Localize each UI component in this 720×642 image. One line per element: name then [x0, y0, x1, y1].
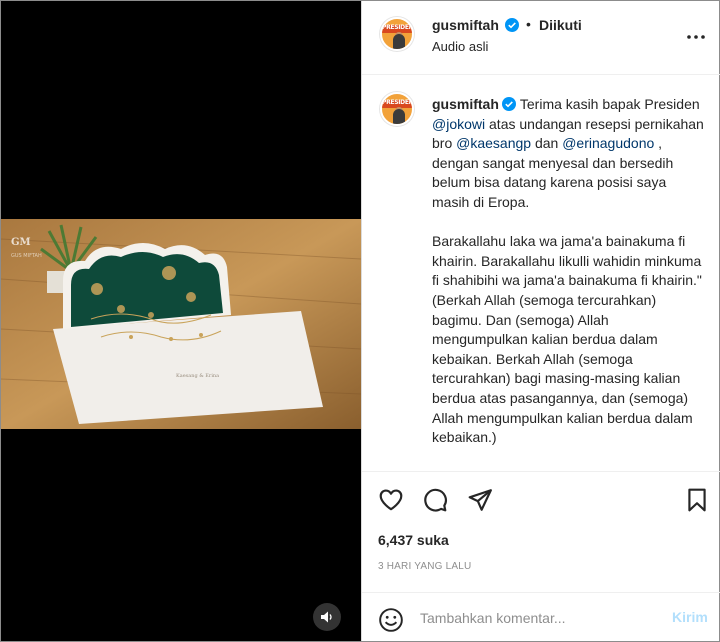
avatar[interactable]: PRESIDEN: [380, 17, 414, 51]
post-timestamp[interactable]: 3 HARI YANG LALU: [378, 561, 471, 572]
share-icon[interactable]: [467, 487, 493, 513]
mute-button[interactable]: [313, 603, 341, 631]
verified-badge-icon: [501, 97, 516, 111]
avatar-label: PRESIDEN: [382, 99, 414, 106]
like-count[interactable]: 6,437 suka: [378, 532, 449, 548]
caption-part: dan: [531, 135, 563, 152]
avatar[interactable]: PRESIDEN: [380, 92, 414, 126]
card-text: Kaesang & Erina: [176, 373, 219, 379]
comment-input[interactable]: [420, 607, 660, 629]
post-side-panel: PRESIDEN gusmiftah • Diikuti Audio asli …: [361, 1, 720, 641]
audio-link[interactable]: Audio asli: [432, 39, 488, 54]
post-video[interactable]: Kaesang & Erina GM GUS MIFTAH: [1, 1, 361, 641]
speaker-icon: [321, 611, 332, 623]
heart-icon[interactable]: [378, 487, 404, 513]
separator-dot: •: [526, 16, 531, 32]
verified-badge-icon: [505, 18, 519, 32]
mention-link[interactable]: @kaesangp: [456, 135, 531, 151]
bookmark-icon[interactable]: [684, 487, 710, 513]
caption-part: , dengan sangat menyesal dan bersedih be…: [432, 135, 702, 446]
caption-section: PRESIDEN gusmiftah Terima kasih bapak Pre…: [362, 76, 720, 470]
action-bar: 6,437 suka 3 HARI YANG LALU: [362, 471, 720, 591]
watermark-caption: GUS MIFTAH: [11, 253, 42, 259]
emoji-icon[interactable]: [378, 607, 404, 633]
watermark-logo: GM: [11, 237, 31, 248]
post-header: PRESIDEN gusmiftah • Diikuti Audio asli: [362, 1, 720, 75]
more-options-icon[interactable]: [684, 25, 708, 49]
follow-status-button[interactable]: Diikuti: [539, 17, 582, 33]
mention-link[interactable]: @erinagudono: [562, 135, 654, 151]
comment-icon[interactable]: [422, 487, 448, 513]
caption-text: gusmiftah Terima kasih bapak Presiden @jo…: [432, 95, 704, 448]
avatar-label: PRESIDEN: [382, 24, 414, 31]
post-comment-button[interactable]: Kirim: [672, 609, 708, 625]
video-frame: Kaesang & Erina GM GUS MIFTAH: [1, 219, 361, 429]
caption-part: Terima kasih bapak Presiden: [519, 96, 704, 112]
caption-username-link[interactable]: gusmiftah: [432, 96, 499, 112]
comment-form: Kirim: [362, 592, 720, 641]
username-link[interactable]: gusmiftah: [432, 17, 499, 33]
mention-link[interactable]: @jokowi: [432, 116, 485, 132]
